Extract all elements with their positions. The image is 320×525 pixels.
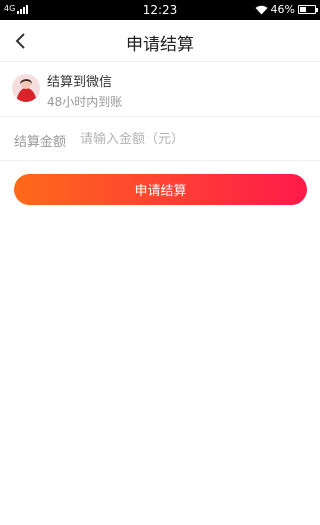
status-bar: 4G 12:23 46% (0, 0, 320, 20)
battery-percent: 46% (270, 3, 295, 16)
wifi-icon (255, 5, 268, 14)
page-title: 申请结算 (126, 35, 194, 55)
amount-label: 结算金额 (14, 135, 67, 150)
avatar-image (12, 74, 40, 102)
apply-settlement-button[interactable]: 申请结算 (14, 174, 307, 205)
nav-bar: 申请结算 (0, 20, 320, 62)
status-right: 46% (255, 3, 318, 16)
avatar (12, 74, 40, 102)
account-subtitle: 48小时内到账 (47, 95, 123, 109)
battery-fill (300, 7, 307, 12)
account-name: 结算到微信 (47, 75, 113, 90)
settlement-account-row: 结算到微信 48小时内到账 (0, 63, 320, 117)
battery-icon (298, 5, 318, 14)
amount-input[interactable] (80, 127, 300, 151)
amount-row: 结算金额 (0, 118, 320, 161)
